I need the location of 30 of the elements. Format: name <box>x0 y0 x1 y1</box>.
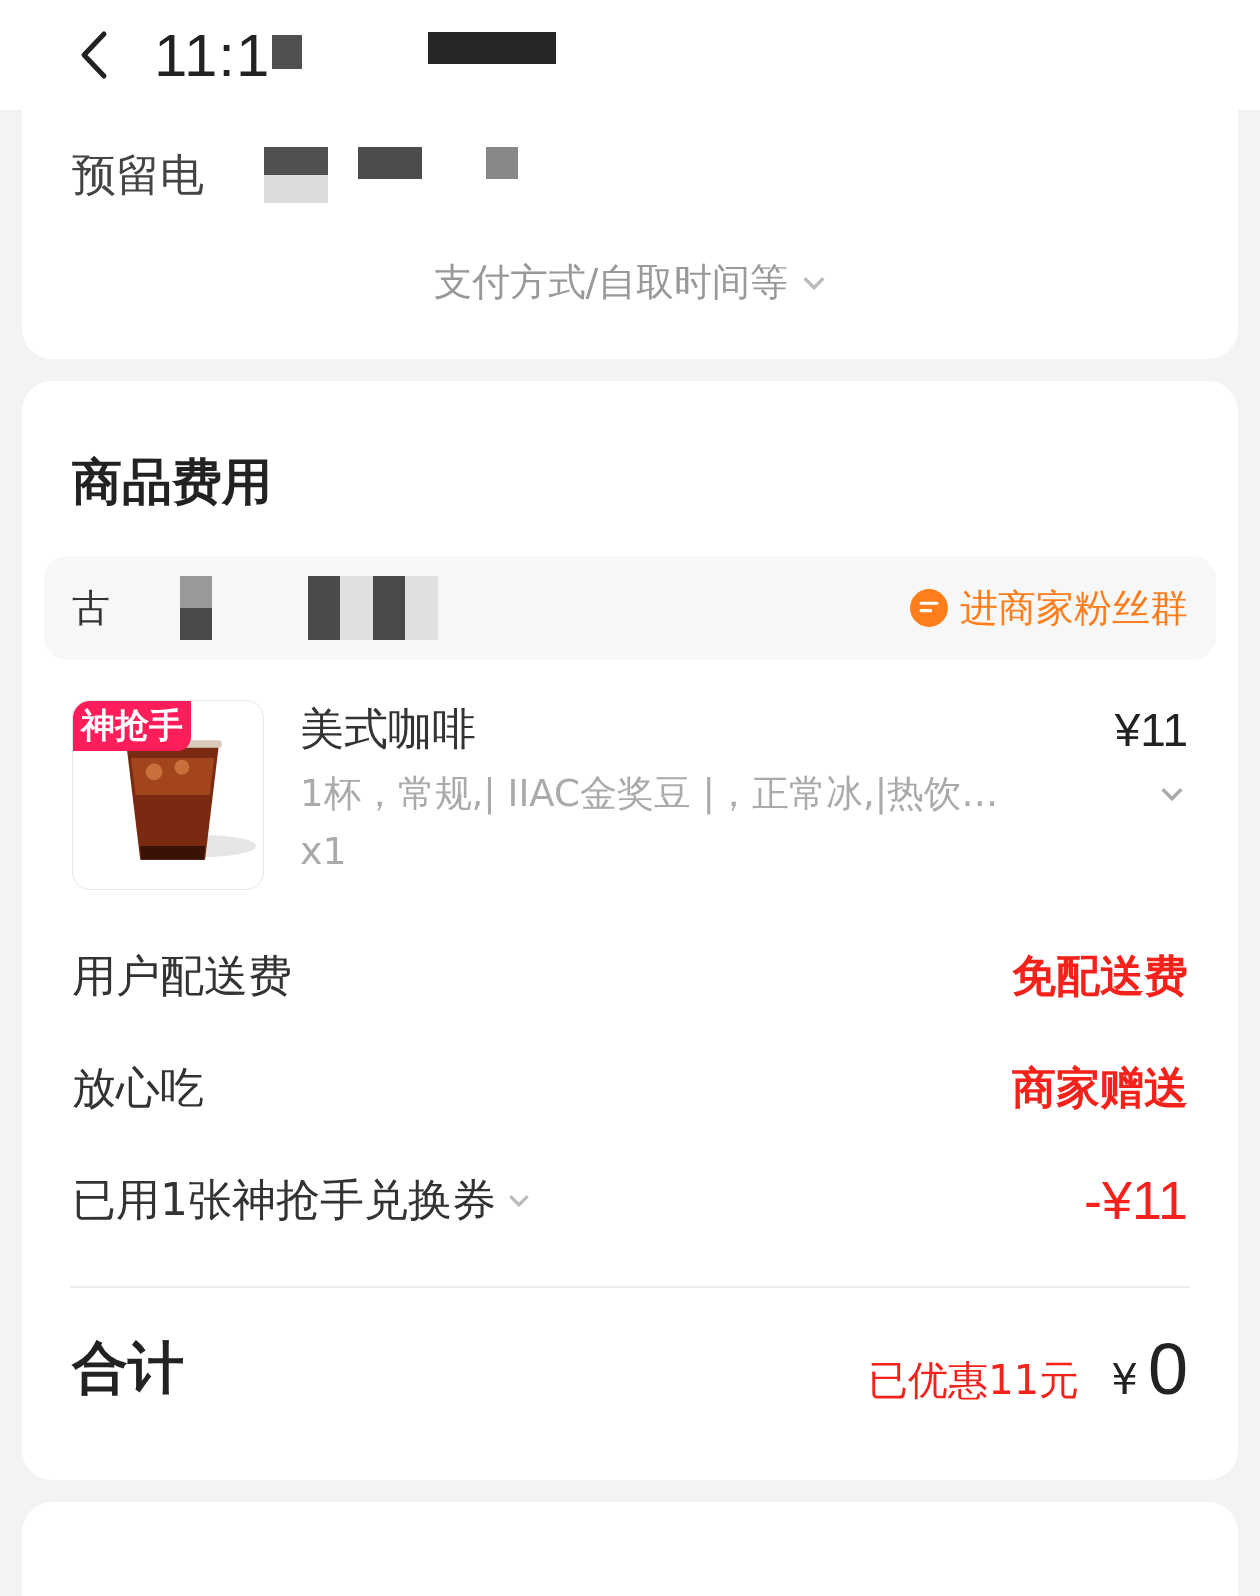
currency-symbol: ¥ <box>1111 1355 1138 1404</box>
fee-value: 免配送费 <box>1012 948 1188 1003</box>
contact-label: 预留电 <box>72 147 204 202</box>
redaction-block <box>264 147 328 203</box>
chevron-down-icon <box>802 275 827 290</box>
redaction-block <box>486 147 518 179</box>
fee-value: -¥11 <box>1083 1169 1188 1231</box>
product-name: 美式咖啡 <box>300 702 476 756</box>
fan-group-link[interactable]: 进商家粉丝群 <box>908 582 1188 634</box>
total-label: 合计 <box>72 1334 184 1402</box>
fee-label: 放心吃 <box>72 1060 204 1115</box>
fee-label: 用户配送费 <box>72 948 292 1003</box>
chevron-down-icon[interactable] <box>1160 787 1184 801</box>
chat-bubble-icon <box>908 587 950 629</box>
redaction-block <box>358 147 422 179</box>
product-price: ¥11 <box>1114 702 1188 757</box>
chevron-down-icon[interactable] <box>508 1193 530 1207</box>
redaction-block <box>272 35 303 69</box>
redaction-block <box>180 576 212 640</box>
product-quantity: x1 <box>300 829 348 873</box>
more-options-button[interactable]: 支付方式/自取时间等 <box>427 256 833 309</box>
product-specs: 1杯，常规,| IIAC金奖豆 |，正常冰,|热饮… <box>300 771 999 817</box>
status-time: 11:1 <box>154 20 271 90</box>
section-title: 商品费用 <box>71 452 273 513</box>
promo-badge: 神抢手 <box>73 701 191 751</box>
store-name: 古 <box>72 584 110 632</box>
fee-value: 商家赠送 <box>1012 1060 1188 1115</box>
total-amount: 0 <box>1147 1328 1188 1410</box>
discount-text: 已优惠11元 <box>868 1356 1080 1405</box>
fee-label: 已用1张神抢手兑换券 <box>72 1172 496 1227</box>
